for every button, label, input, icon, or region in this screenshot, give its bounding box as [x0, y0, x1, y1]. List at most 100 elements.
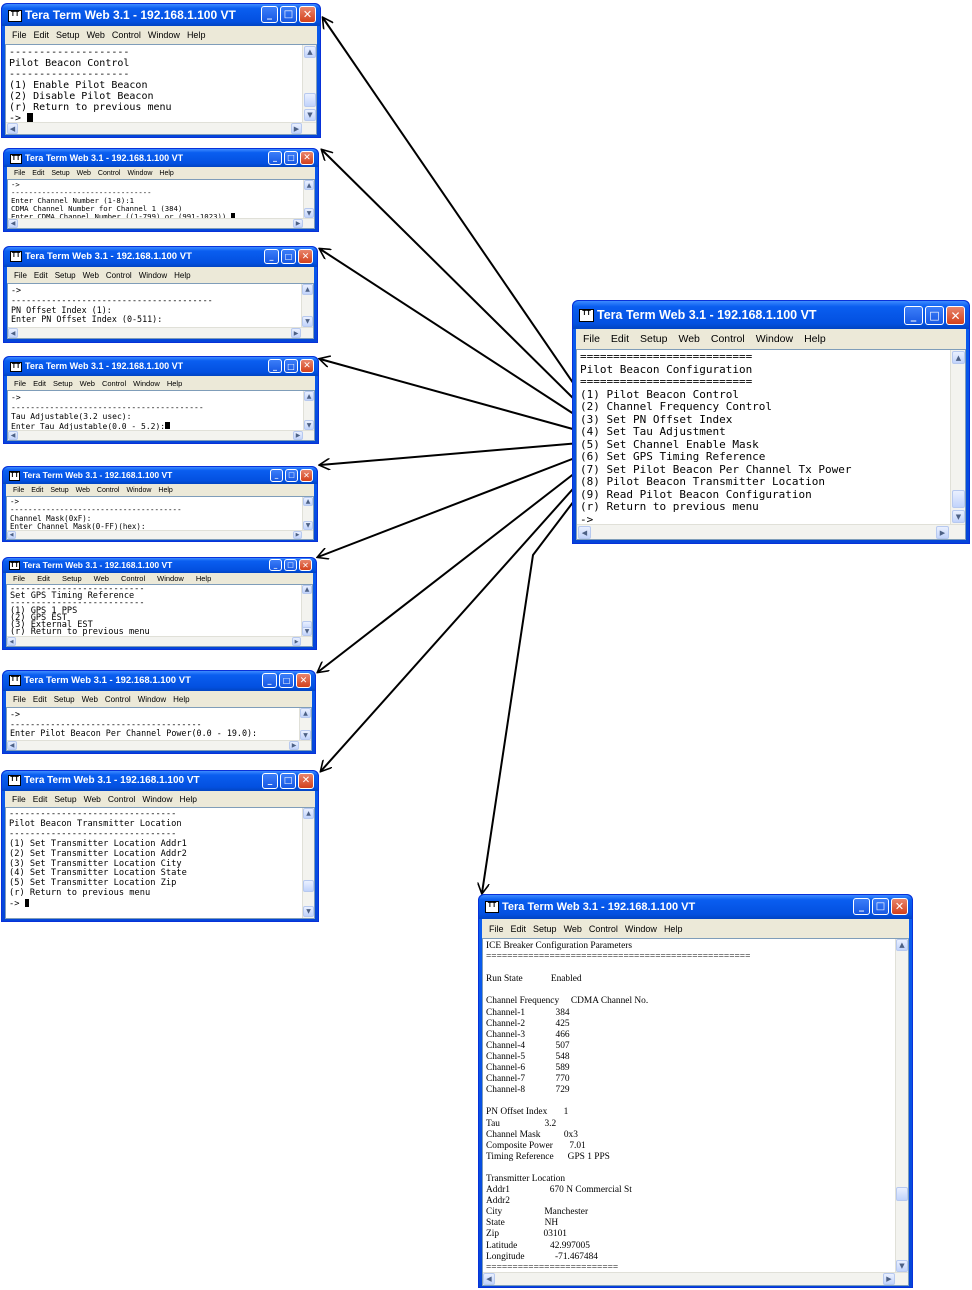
- menu-setup[interactable]: Setup: [54, 794, 76, 804]
- menu-edit[interactable]: Edit: [33, 379, 46, 388]
- maximize-button[interactable]: □: [284, 559, 297, 571]
- close-button[interactable]: ✕: [946, 306, 965, 325]
- close-button[interactable]: ✕: [891, 898, 908, 915]
- menu-setup[interactable]: Setup: [51, 170, 69, 177]
- scroll-up-button[interactable]: ▲: [304, 180, 314, 190]
- minimize-button[interactable]: _: [268, 151, 282, 165]
- menu-control[interactable]: Control: [106, 271, 132, 280]
- menu-edit[interactable]: Edit: [611, 333, 629, 345]
- terminal-area[interactable]: -> -------------------------------------…: [6, 496, 314, 540]
- minimize-button[interactable]: _: [262, 673, 277, 688]
- menu-file[interactable]: File: [14, 271, 27, 280]
- menu-web[interactable]: Web: [87, 30, 105, 40]
- menu-window[interactable]: Window: [756, 333, 793, 345]
- scroll-right-button[interactable]: ▶: [291, 123, 302, 134]
- scroll-left-button[interactable]: ◀: [7, 741, 17, 750]
- menu-file[interactable]: File: [14, 379, 26, 388]
- horizontal-scrollbar[interactable]: ◀ ▶: [7, 530, 313, 539]
- minimize-button[interactable]: _: [269, 559, 282, 571]
- close-button[interactable]: ✕: [300, 151, 314, 165]
- menu-window[interactable]: Window: [148, 30, 180, 40]
- terminal-area[interactable]: -> -------------------------------------…: [7, 283, 314, 339]
- minimize-button[interactable]: _: [261, 6, 278, 23]
- menu-edit[interactable]: Edit: [33, 695, 47, 704]
- menu-window[interactable]: Window: [139, 271, 167, 280]
- menu-window[interactable]: Window: [142, 794, 172, 804]
- maximize-button[interactable]: □: [279, 673, 294, 688]
- window-tau-adjustment[interactable]: TT Tera Term Web 3.1 - 192.168.1.100 VT _…: [3, 356, 319, 444]
- scroll-right-button[interactable]: ▶: [292, 637, 301, 646]
- scroll-down-button[interactable]: ▼: [304, 420, 314, 430]
- close-button[interactable]: ✕: [298, 773, 314, 789]
- scroll-thumb[interactable]: [952, 490, 965, 508]
- terminal-area[interactable]: -> -------------------------------------…: [6, 707, 312, 751]
- scroll-down-button[interactable]: ▼: [896, 1260, 908, 1272]
- menu-edit[interactable]: Edit: [32, 170, 44, 177]
- menu-help[interactable]: Help: [664, 924, 683, 934]
- menu-control[interactable]: Control: [711, 333, 745, 345]
- title-bar[interactable]: TT Tera Term Web 3.1 - 192.168.1.100 VT _…: [4, 149, 318, 167]
- maximize-button[interactable]: □: [280, 6, 297, 23]
- scroll-left-button[interactable]: ◀: [7, 531, 16, 539]
- maximize-button[interactable]: □: [925, 306, 944, 325]
- menu-file[interactable]: File: [583, 333, 600, 345]
- vertical-scrollbar[interactable]: ▲ ▼: [895, 939, 908, 1272]
- minimize-button[interactable]: _: [904, 306, 923, 325]
- menu-setup[interactable]: Setup: [54, 695, 75, 704]
- scroll-right-button[interactable]: ▶: [293, 431, 303, 440]
- scroll-left-button[interactable]: ◀: [8, 431, 18, 440]
- close-button[interactable]: ✕: [299, 559, 312, 571]
- menu-setup[interactable]: Setup: [62, 574, 82, 583]
- terminal-area[interactable]: -> -------------------------------- Ente…: [7, 179, 315, 229]
- menu-web[interactable]: Web: [564, 924, 582, 934]
- title-bar[interactable]: TT Tera Term Web 3.1 - 192.168.1.100 VT _…: [2, 771, 318, 791]
- menu-file[interactable]: File: [12, 30, 27, 40]
- horizontal-scrollbar[interactable]: ◀ ▶: [8, 430, 314, 440]
- menu-web[interactable]: Web: [84, 794, 101, 804]
- vertical-scrollbar[interactable]: ▲ ▼: [302, 45, 316, 122]
- menu-control[interactable]: Control: [112, 30, 141, 40]
- scroll-down-button[interactable]: ▼: [952, 510, 965, 523]
- window-tx-power[interactable]: TT Tera Term Web 3.1 - 192.168.1.100 VT _…: [2, 670, 316, 754]
- scroll-thumb[interactable]: [303, 880, 314, 892]
- horizontal-scrollbar[interactable]: ◀ ▶: [7, 636, 312, 646]
- close-button[interactable]: ✕: [300, 469, 313, 482]
- scroll-left-button[interactable]: ◀: [483, 1273, 495, 1285]
- scroll-right-button[interactable]: ▶: [936, 526, 949, 539]
- maximize-button[interactable]: □: [280, 773, 296, 789]
- title-bar[interactable]: TT Tera Term Web 3.1 - 192.168.1.100 VT _…: [4, 357, 318, 376]
- scroll-right-button[interactable]: ▶: [883, 1273, 895, 1285]
- window-pilot-beacon-control[interactable]: TT Tera Term Web 3.1 - 192.168.1.100 VT _…: [1, 3, 321, 138]
- menu-file[interactable]: File: [13, 695, 26, 704]
- vertical-scrollbar[interactable]: ▲ ▼: [301, 284, 313, 327]
- menu-file[interactable]: File: [12, 794, 26, 804]
- close-button[interactable]: ✕: [298, 249, 313, 264]
- menu-window[interactable]: Window: [133, 379, 160, 388]
- scroll-up-button[interactable]: ▲: [300, 708, 311, 718]
- horizontal-scrollbar[interactable]: ◀ ▶: [6, 122, 316, 134]
- terminal-area[interactable]: -------------------------- Set GPS Timin…: [6, 584, 313, 647]
- menu-setup[interactable]: Setup: [533, 924, 557, 934]
- menu-control[interactable]: Control: [98, 170, 121, 177]
- horizontal-scrollbar[interactable]: ◀ ▶: [577, 524, 965, 539]
- title-bar[interactable]: TT Tera Term Web 3.1 - 192.168.1.100 VT _…: [2, 4, 320, 26]
- menu-edit[interactable]: Edit: [511, 924, 527, 934]
- scroll-left-button[interactable]: ◀: [8, 219, 18, 228]
- scroll-left-button[interactable]: ◀: [578, 526, 591, 539]
- scroll-down-button[interactable]: ▼: [303, 906, 314, 917]
- menu-file[interactable]: File: [13, 487, 24, 494]
- menu-control[interactable]: Control: [121, 574, 145, 583]
- maximize-button[interactable]: □: [285, 469, 298, 482]
- menu-control[interactable]: Control: [97, 487, 120, 494]
- scroll-up-button[interactable]: ▲: [302, 284, 313, 295]
- title-bar[interactable]: TT Tera Term Web 3.1 - 192.168.1.100 VT _…: [3, 558, 316, 573]
- scroll-up-button[interactable]: ▲: [302, 585, 312, 594]
- scroll-left-button[interactable]: ◀: [7, 123, 18, 134]
- vertical-scrollbar[interactable]: ▲ ▼: [299, 708, 311, 740]
- scroll-up-button[interactable]: ▲: [304, 391, 314, 401]
- menu-web[interactable]: Web: [94, 574, 109, 583]
- scroll-up-button[interactable]: ▲: [303, 497, 313, 506]
- menu-web[interactable]: Web: [678, 333, 699, 345]
- window-pn-offset[interactable]: TT Tera Term Web 3.1 - 192.168.1.100 VT _…: [3, 246, 318, 343]
- window-transmitter-location[interactable]: TT Tera Term Web 3.1 - 192.168.1.100 VT _…: [1, 770, 319, 922]
